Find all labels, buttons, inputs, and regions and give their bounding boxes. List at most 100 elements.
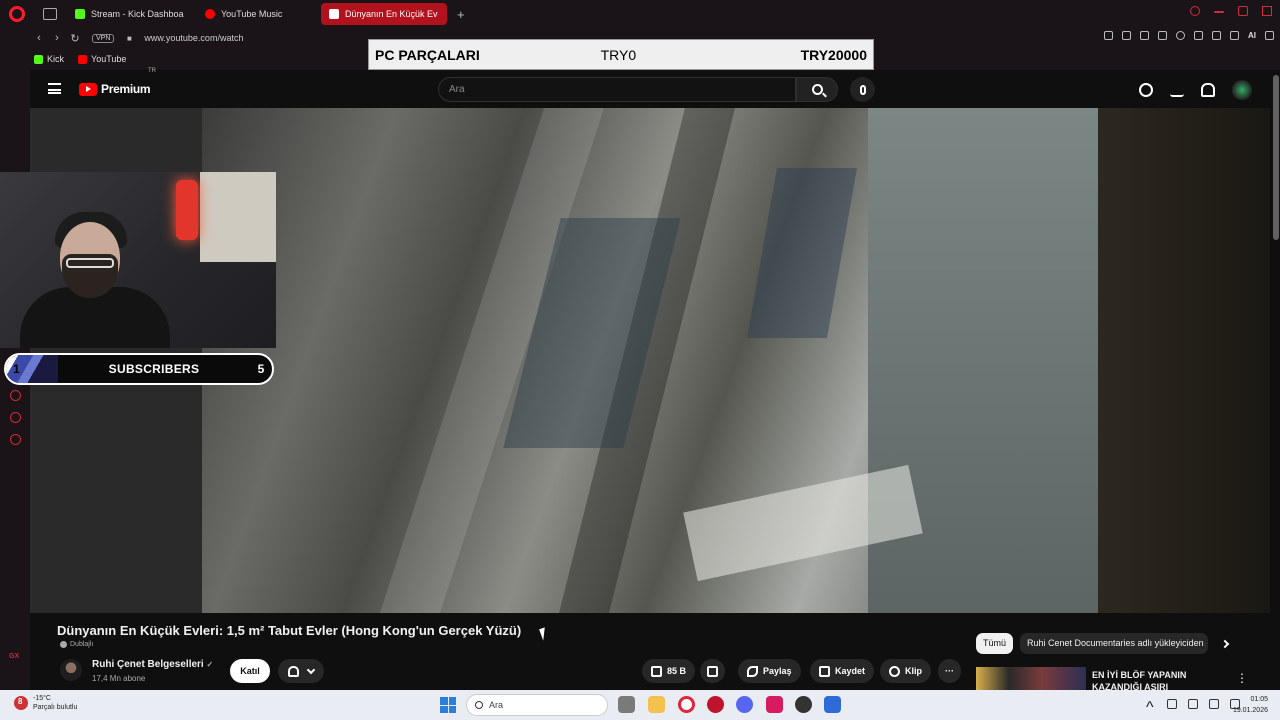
discord-icon[interactable]	[736, 696, 753, 713]
goal-max-value: TRY20000	[800, 46, 867, 63]
gx-control-label[interactable]: GX	[9, 653, 19, 660]
close-button[interactable]	[1262, 6, 1272, 16]
youtube-premium-logo[interactable]: Premium	[79, 82, 151, 96]
new-tab-button[interactable]: +	[457, 7, 465, 22]
taskbar-clock[interactable]: 01:05 19.01.2026	[1233, 694, 1268, 716]
save-button[interactable]: Kaydet	[810, 659, 875, 683]
url-field[interactable]: www.youtube.com/watch	[144, 33, 243, 43]
app-red-icon[interactable]	[707, 696, 724, 713]
bookmark-youtube[interactable]: YouTube	[78, 54, 126, 64]
weather-badge: 8	[18, 697, 23, 706]
extensions-icon[interactable]	[1194, 31, 1203, 40]
file-explorer-icon[interactable]	[648, 696, 665, 713]
forward-button[interactable]: ›	[48, 32, 66, 44]
youtube-play-icon	[79, 82, 97, 96]
minimize-button[interactable]	[1214, 11, 1224, 13]
start-button[interactable]	[440, 697, 456, 713]
tab-youtube-music[interactable]: YouTube Music	[197, 3, 317, 25]
ai-button[interactable]: AI	[1248, 31, 1256, 40]
weather-widget[interactable]: 8 -15°C Parçalı bulutlu	[14, 694, 77, 712]
webcam-background-sign	[200, 172, 276, 262]
page-scrollbar-thumb[interactable]	[1273, 75, 1279, 240]
maximize-button[interactable]	[1238, 6, 1248, 16]
save-label: Kaydet	[835, 666, 866, 676]
download-icon[interactable]	[1230, 31, 1239, 40]
logo-text: Premium	[101, 82, 151, 96]
recommended-title[interactable]: EN İYİ BLÖF YAPANIN KAZANDIĞI AŞIRI EĞLE…	[1092, 669, 1222, 690]
tab-label: Dünyanın En Küçük Ev	[345, 9, 438, 19]
search-icon	[811, 84, 823, 95]
recommended-thumbnail[interactable]	[976, 667, 1086, 690]
play-icon[interactable]	[1158, 31, 1167, 40]
channel-avatar[interactable]	[60, 659, 82, 681]
network-icon[interactable]	[1209, 699, 1219, 709]
clip-button[interactable]: Klip	[880, 659, 931, 683]
gemini-spark-icon[interactable]	[1139, 83, 1153, 97]
taskbar-search[interactable]: Ara	[466, 694, 608, 716]
back-button[interactable]: ‹	[30, 32, 48, 44]
account-avatar[interactable]	[1232, 80, 1252, 100]
display-tray-icon[interactable]	[1188, 699, 1198, 709]
donation-goal-overlay: PC PARÇALARI TRY0 TRY20000	[368, 39, 874, 70]
recommended-menu-icon[interactable]: ⋮	[1236, 671, 1248, 685]
goal-label: SUBSCRIBERS	[108, 362, 200, 376]
search-tabs-icon[interactable]	[1190, 6, 1200, 16]
more-actions-button[interactable]: ···	[938, 659, 961, 683]
channel-name[interactable]: Ruhi Çenet Belgeselleri ✓	[92, 659, 213, 670]
dubbed-icon	[60, 641, 67, 648]
lock-icon: ■	[126, 33, 132, 43]
share-button[interactable]: Paylaş	[738, 659, 801, 683]
search-button[interactable]	[796, 77, 838, 102]
subscription-bell-button[interactable]	[278, 659, 324, 683]
youtube-masthead: Premium TR Ara	[30, 68, 1280, 108]
heart-icon[interactable]	[1176, 31, 1185, 40]
bookmark-kick[interactable]: Kick	[34, 54, 64, 64]
frame-detail	[747, 168, 857, 338]
like-button[interactable]: 85 B	[642, 659, 696, 683]
task-view-icon[interactable]	[618, 696, 635, 713]
app-blue-icon[interactable]	[824, 696, 841, 713]
tray-expand-icon[interactable]: ^	[1146, 699, 1156, 716]
system-tray: ^	[1146, 699, 1240, 716]
share-icon	[747, 665, 758, 677]
vpn-badge[interactable]: VPN	[92, 33, 115, 43]
menu-icon[interactable]	[1265, 31, 1274, 40]
shield-icon[interactable]	[1140, 31, 1149, 40]
tab-label: YouTube Music	[221, 9, 283, 19]
tab-overview-icon[interactable]	[43, 8, 57, 20]
opera-gx-icon[interactable]	[678, 696, 695, 713]
chevron-down-icon	[306, 665, 315, 674]
opera-logo-icon[interactable]	[9, 6, 25, 22]
taskbar-search-placeholder: Ara	[489, 700, 504, 710]
windows-logo-tile	[448, 705, 456, 713]
history-icon[interactable]	[10, 390, 21, 401]
video-title: Dünyanın En Küçük Evleri: 1,5 m² Tabut E…	[57, 623, 522, 638]
kick-favicon-icon	[34, 54, 43, 64]
join-button[interactable]: Katıl	[230, 659, 270, 683]
app-pink-icon[interactable]	[766, 696, 783, 713]
pin-icon[interactable]	[1104, 31, 1113, 40]
chip-all[interactable]: Tümü	[976, 633, 1014, 654]
chip-channel-uploads[interactable]: Ruhi Cenet Documentaries adlı yükleyicid…	[1020, 633, 1208, 654]
obs-icon[interactable]	[795, 696, 812, 713]
search-input[interactable]: Ara	[438, 77, 796, 102]
video-frame	[202, 108, 1098, 613]
microphone-tray-icon[interactable]	[1167, 699, 1177, 709]
chip-next-arrow-icon[interactable]	[1220, 639, 1230, 649]
goal-min-value: TRY0	[600, 46, 637, 63]
wallet-icon[interactable]	[1212, 31, 1221, 40]
scissors-icon	[889, 665, 900, 677]
voice-search-button[interactable]	[850, 77, 875, 102]
dislike-button[interactable]	[700, 659, 725, 683]
tab-kick-dashboard[interactable]: Stream - Kick Dashboa	[67, 3, 193, 25]
settings-icon[interactable]	[10, 434, 21, 445]
tab-youtube-video[interactable]: Dünyanın En Küçük Ev	[321, 3, 447, 25]
messenger-icon[interactable]	[10, 412, 21, 423]
share-label: Paylaş	[763, 666, 792, 676]
upload-icon[interactable]	[1170, 83, 1184, 97]
tab-label: Stream - Kick Dashboa	[91, 9, 184, 19]
notifications-bell-icon[interactable]	[1201, 83, 1215, 97]
hamburger-menu-icon[interactable]	[48, 83, 61, 94]
reload-button[interactable]: ↻	[66, 32, 84, 45]
snapshot-icon[interactable]	[1122, 31, 1131, 40]
